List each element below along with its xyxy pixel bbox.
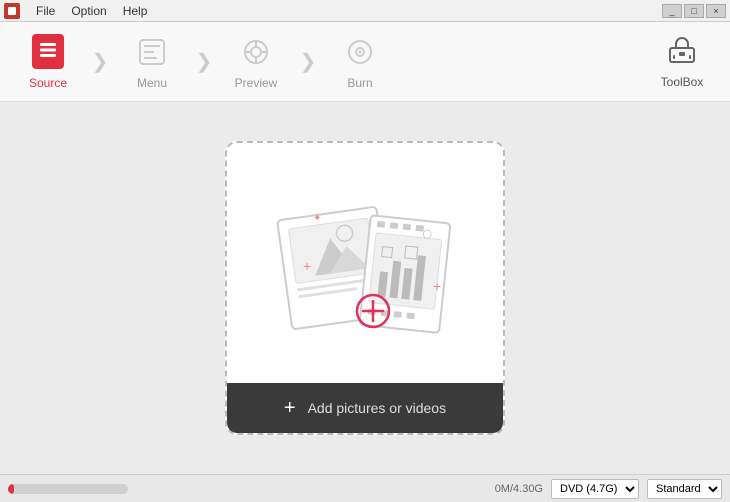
toolbar-item-toolbox[interactable]: ToolBox (642, 27, 722, 97)
menu-file[interactable]: File (28, 2, 63, 20)
maximize-button[interactable]: □ (684, 4, 704, 18)
menu-help[interactable]: Help (115, 2, 156, 20)
menu-bar: File Option Help (28, 2, 155, 20)
burn-icon (342, 34, 378, 70)
title-bar: File Option Help _ □ × (0, 0, 730, 22)
source-icon-wrap (30, 34, 66, 70)
menu-nav-icon (134, 34, 170, 70)
window-controls: _ □ × (662, 4, 726, 18)
progress-bar-fill (8, 484, 14, 494)
toolbar-item-burn[interactable]: Burn (320, 27, 400, 97)
toolbox-label: ToolBox (661, 75, 704, 89)
drop-zone-content: + + ✦ (227, 143, 503, 383)
toolbar-item-source[interactable]: Source (8, 27, 88, 97)
toolbar: Source ❯ Menu ❯ Previe (0, 22, 730, 102)
arrow-3: ❯ (296, 27, 320, 97)
menu-nav-label: Menu (137, 76, 167, 90)
source-icon-bg (32, 34, 64, 69)
preview-icon (238, 34, 274, 70)
toolbar-item-menu[interactable]: Menu (112, 27, 192, 97)
status-bar: 0M/4.30G DVD (4.7G) Standard (0, 474, 730, 502)
drop-zone[interactable]: + + ✦ + Add pictures or videos (225, 141, 505, 435)
menu-option[interactable]: Option (63, 2, 114, 20)
toolbar-item-preview[interactable]: Preview (216, 27, 296, 97)
burn-label: Burn (347, 76, 372, 90)
progress-bar-container (8, 484, 128, 494)
arrow-1: ❯ (88, 27, 112, 97)
add-media-label: Add pictures or videos (308, 400, 447, 416)
main-content: + + ✦ + Add pictures or videos (0, 102, 730, 474)
toolbox-icon (666, 34, 698, 69)
add-plus-icon: + (284, 397, 296, 420)
add-media-button[interactable]: + Add pictures or videos (227, 383, 503, 433)
minimize-button[interactable]: _ (662, 4, 682, 18)
close-button[interactable]: × (706, 4, 726, 18)
svg-text:✦: ✦ (313, 213, 321, 224)
svg-text:+: + (303, 258, 311, 274)
svg-text:+: + (433, 278, 441, 294)
source-label: Source (29, 76, 67, 90)
preview-label: Preview (235, 76, 278, 90)
quality-select[interactable]: Standard (647, 479, 722, 499)
status-size-info: 0M/4.30G (136, 483, 543, 495)
dvd-select[interactable]: DVD (4.7G) (551, 479, 639, 499)
arrow-2: ❯ (192, 27, 216, 97)
title-bar-left: File Option Help (4, 2, 155, 20)
media-illustration: + + ✦ (255, 163, 475, 363)
app-icon (4, 3, 20, 19)
